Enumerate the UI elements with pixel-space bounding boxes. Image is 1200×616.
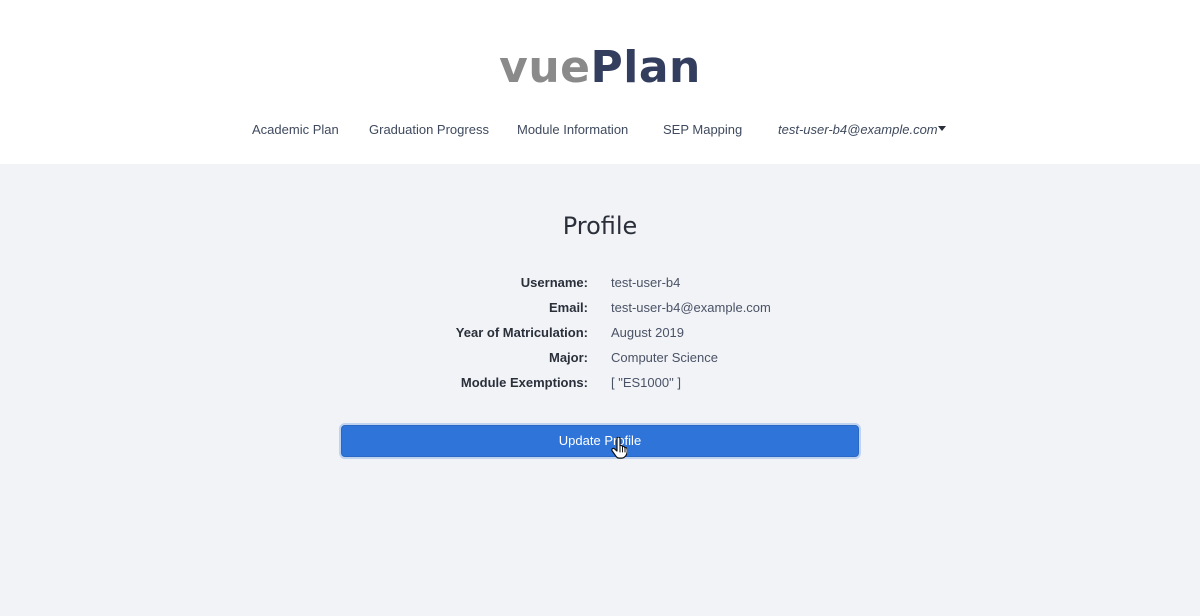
field-label: Year of Matriculation:	[455, 325, 588, 340]
logo-vue: vue	[499, 42, 591, 93]
profile-row-username: Username: test-user-b4	[0, 270, 1200, 295]
profile-row-email: Email: test-user-b4@example.com	[0, 295, 1200, 320]
user-menu[interactable]: test-user-b4@example.com	[778, 118, 946, 142]
app-logo[interactable]: vuePlan	[0, 40, 1200, 96]
field-value: test-user-b4@example.com	[611, 300, 771, 315]
caret-down-icon	[937, 126, 946, 132]
nav-sep-mapping[interactable]: SEP Mapping	[663, 118, 742, 142]
nav-module-information[interactable]: Module Information	[517, 118, 628, 142]
profile-details: Username: test-user-b4 Email: test-user-…	[0, 270, 1200, 395]
profile-row-exemptions: Module Exemptions: [ "ES1000" ]	[0, 370, 1200, 395]
nav-academic-plan[interactable]: Academic Plan	[252, 118, 339, 142]
nav-graduation-progress[interactable]: Graduation Progress	[369, 118, 489, 142]
field-label: Username:	[520, 275, 588, 290]
field-value: [ "ES1000" ]	[611, 375, 681, 390]
user-email: test-user-b4@example.com	[778, 122, 938, 137]
logo-plan: Plan	[590, 42, 701, 93]
top-nav: Academic Plan Graduation Progress Module…	[0, 118, 1200, 142]
profile-row-matriculation: Year of Matriculation: August 2019	[0, 320, 1200, 345]
profile-page: Profile Username: test-user-b4 Email: te…	[0, 164, 1200, 616]
field-label: Major:	[549, 350, 588, 365]
field-value: Computer Science	[611, 350, 718, 365]
field-value: test-user-b4	[611, 275, 681, 290]
update-profile-button[interactable]: Update Profile	[341, 425, 859, 457]
page-title: Profile	[562, 212, 638, 240]
profile-row-major: Major: Computer Science	[0, 345, 1200, 370]
field-label: Module Exemptions:	[460, 375, 588, 390]
top-header: vuePlan Academic Plan Graduation Progres…	[0, 0, 1200, 164]
field-label: Email:	[548, 300, 588, 315]
field-value: August 2019	[611, 325, 685, 340]
